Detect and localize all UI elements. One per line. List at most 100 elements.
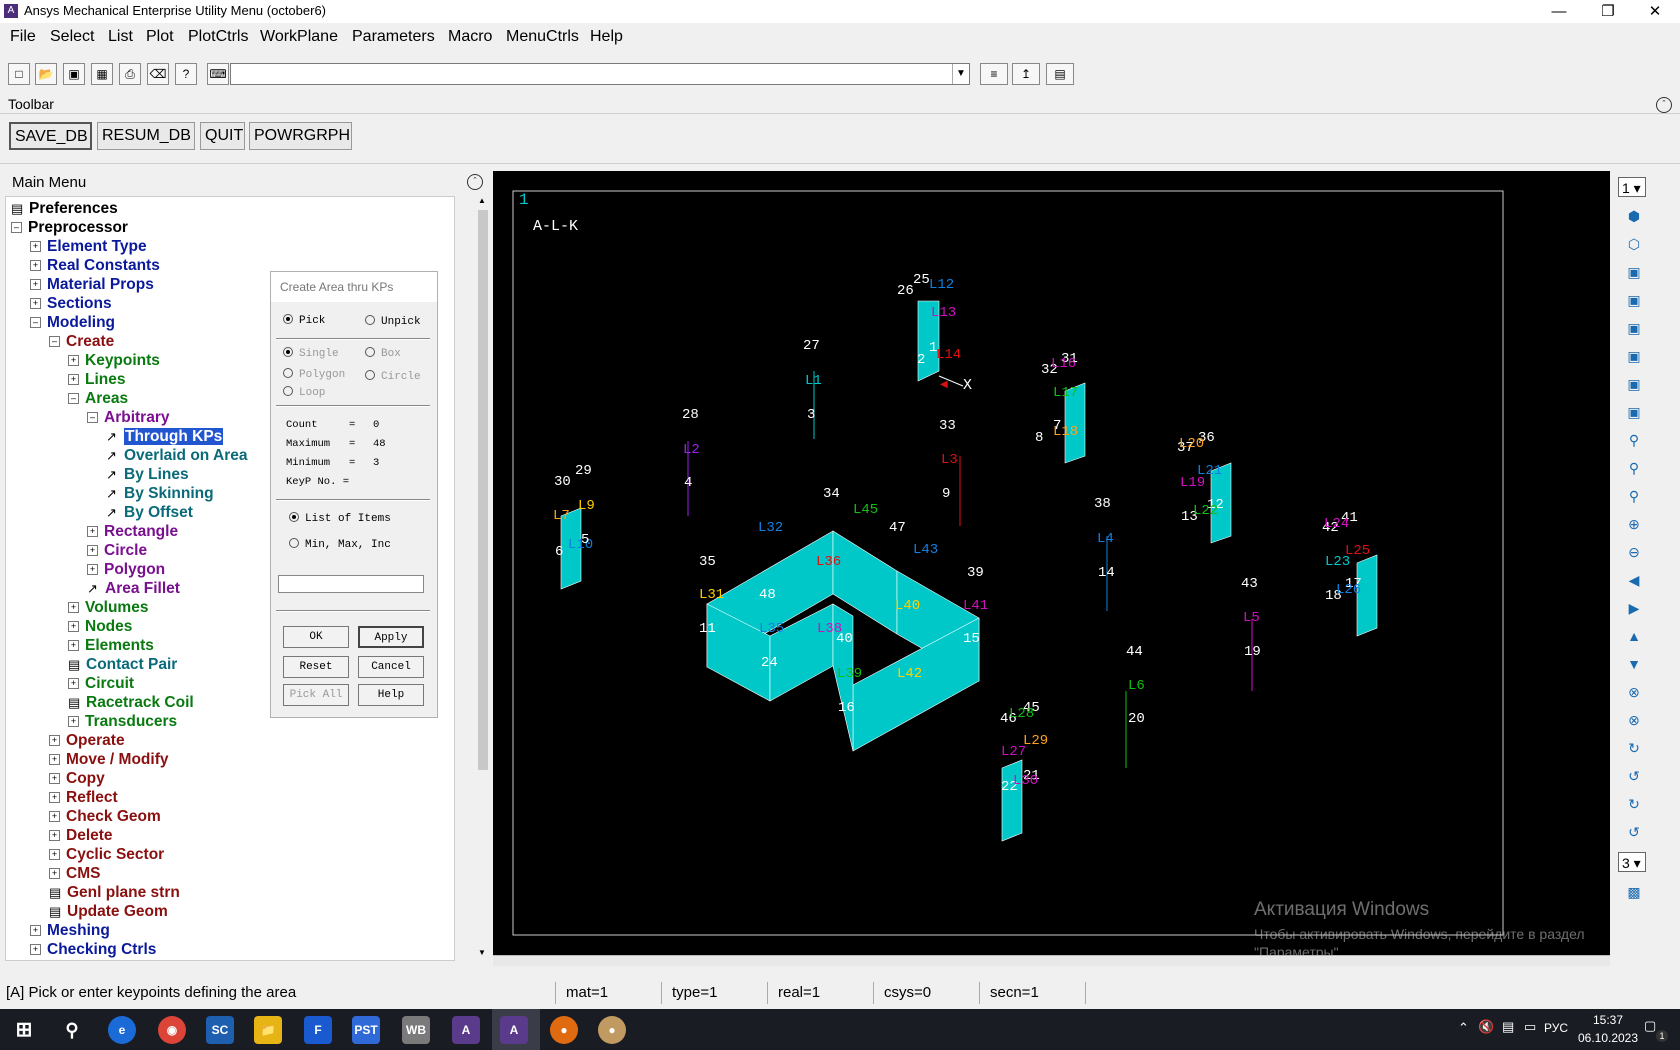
tree-lines[interactable]: + Lines [68, 370, 125, 389]
front-view-icon[interactable]: ▣ [1622, 260, 1646, 284]
minimize-button[interactable]: — [1536, 0, 1582, 23]
box-radio[interactable]: Box [365, 347, 401, 360]
tree-preferences[interactable]: ▤ Preferences [11, 199, 118, 218]
single-radio[interactable]: Single [283, 347, 339, 360]
expand-icon[interactable]: + [30, 279, 41, 291]
pan-up-icon[interactable]: ▲ [1622, 624, 1646, 648]
polygon-radio[interactable]: Polygon [283, 368, 345, 381]
list-of-items-radio[interactable]: List of Items [289, 512, 391, 525]
tree-rectangle[interactable]: + Rectangle [87, 522, 178, 541]
expand-icon[interactable]: + [87, 545, 98, 557]
reset-button[interactable]: Reset [283, 656, 349, 678]
tree-material-props[interactable]: + Material Props [30, 275, 154, 294]
menu-macro[interactable]: Macro [448, 28, 492, 46]
tree-circle[interactable]: + Circle [87, 541, 147, 560]
expand-icon[interactable]: + [49, 792, 60, 804]
expand-icon[interactable]: + [68, 602, 79, 614]
tree-circuit[interactable]: + Circuit [68, 674, 134, 693]
tree-reflect[interactable]: + Reflect [49, 788, 118, 807]
min-max-inc-radio[interactable]: Min, Max, Inc [289, 538, 391, 551]
tree-by-offset[interactable]: ↗ By Offset [106, 503, 193, 522]
output-window-icon[interactable]: ▤ [1046, 63, 1074, 85]
top-view-icon[interactable]: ▣ [1622, 316, 1646, 340]
menu-select[interactable]: Select [50, 28, 94, 46]
expand-icon[interactable]: + [68, 640, 79, 652]
command-keyboard-icon[interactable]: ⌨ [207, 63, 229, 85]
menu-plot[interactable]: Plot [146, 28, 174, 46]
notifications-icon[interactable]: ▢ [1644, 1018, 1656, 1034]
toolbar-collapse-icon[interactable]: ˆ [1656, 97, 1672, 113]
window-select[interactable]: 1 ▾ [1618, 177, 1646, 197]
expand-icon[interactable]: + [30, 944, 41, 956]
iso-view-icon[interactable]: ⬢ [1622, 204, 1646, 228]
toolbar-edit-icon[interactable]: ≡ [980, 63, 1008, 85]
tree-move-modify[interactable]: + Move / Modify [49, 750, 168, 769]
tree-meshing[interactable]: + Meshing [30, 921, 110, 940]
back-view-icon[interactable]: ▣ [1622, 344, 1646, 368]
zoom-icon[interactable]: ⚲ [1622, 456, 1646, 480]
collapse-icon[interactable]: – [87, 412, 98, 424]
pick-entry-input[interactable] [278, 575, 424, 593]
powrgrph-button[interactable]: POWRGRPH [249, 122, 352, 150]
expand-icon[interactable]: + [30, 260, 41, 272]
expand-icon[interactable]: + [30, 298, 41, 310]
tree-areas[interactable]: – Areas [68, 389, 128, 408]
tree-preprocessor[interactable]: – Preprocessor [11, 218, 128, 237]
menu-menuctrls[interactable]: MenuCtrls [506, 28, 579, 46]
rotate-x-neg-icon[interactable]: ⊗ [1622, 708, 1646, 732]
main-menu-scrollbar[interactable]: ▲ ▼ [476, 196, 490, 959]
tree-elements[interactable]: + Elements [68, 636, 154, 655]
pick-radio[interactable]: Pick [283, 314, 325, 327]
rotate-z-neg-icon[interactable]: ↺ [1622, 820, 1646, 844]
battery-icon[interactable]: ▭ [1524, 1019, 1536, 1035]
resum-db-button[interactable]: RESUM_DB [97, 122, 195, 150]
rotate-y-neg-icon[interactable]: ↺ [1622, 764, 1646, 788]
menu-list[interactable]: List [108, 28, 133, 46]
circle-radio[interactable]: Circle [365, 370, 421, 383]
pan-left-icon[interactable]: ◀ [1622, 568, 1646, 592]
scroll-up-icon[interactable]: ▲ [478, 196, 486, 205]
menu-file[interactable]: File [10, 28, 36, 46]
expand-icon[interactable]: + [49, 811, 60, 823]
language-indicator[interactable]: РУС [1544, 1021, 1568, 1035]
open-folder-icon[interactable]: 📂 [35, 63, 57, 85]
tree-create[interactable]: – Create [49, 332, 114, 351]
close-button[interactable]: ✕ [1632, 0, 1678, 23]
menu-plotctrls[interactable]: PlotCtrls [188, 28, 248, 46]
expand-icon[interactable]: + [30, 241, 41, 253]
expand-icon[interactable]: + [87, 564, 98, 576]
clock-time[interactable]: 15:37 [1580, 1013, 1636, 1027]
report-icon[interactable]: ▦ [91, 63, 113, 85]
volume-muted-icon[interactable]: 🔇 [1478, 1019, 1494, 1035]
scroll-down-icon[interactable]: ▼ [478, 948, 486, 957]
tree-checking-ctrls[interactable]: + Checking Ctrls [30, 940, 156, 959]
menu-help[interactable]: Help [590, 28, 623, 46]
ok-button[interactable]: OK [283, 626, 349, 648]
rotate-z-icon[interactable]: ↻ [1622, 792, 1646, 816]
tree-by-lines[interactable]: ↗ By Lines [106, 465, 189, 484]
quit-button[interactable]: QUIT [200, 122, 245, 150]
tree-overlaid-on-area[interactable]: ↗ Overlaid on Area [106, 446, 247, 465]
save-db-button[interactable]: SAVE_DB [9, 122, 92, 150]
tree-racetrack-coil[interactable]: ▤ Racetrack Coil [68, 693, 194, 712]
pan-down-icon[interactable]: ▼ [1622, 652, 1646, 676]
unpick-radio[interactable]: Unpick [365, 315, 421, 328]
expand-icon[interactable]: + [87, 526, 98, 538]
main-menu-collapse-icon[interactable]: ˆ [467, 174, 483, 190]
tree-operate[interactable]: + Operate [49, 731, 125, 750]
spaceclaim-icon[interactable]: SC [206, 1016, 234, 1044]
menu-parameters[interactable]: Parameters [352, 28, 435, 46]
apply-button[interactable]: Apply [358, 626, 424, 648]
cancel-button[interactable]: Cancel [358, 656, 424, 678]
expand-icon[interactable]: + [68, 374, 79, 386]
tree-nodes[interactable]: + Nodes [68, 617, 132, 636]
start-windows-icon[interactable]: ⊞ [10, 1016, 38, 1044]
expand-icon[interactable]: + [49, 754, 60, 766]
expand-icon[interactable]: + [68, 678, 79, 690]
tree-sections[interactable]: + Sections [30, 294, 112, 313]
expand-icon[interactable]: + [49, 773, 60, 785]
tree-modeling[interactable]: – Modeling [30, 313, 115, 332]
rotate-y-icon[interactable]: ↻ [1622, 736, 1646, 760]
oblique-view-icon[interactable]: ⬡ [1622, 232, 1646, 256]
pick-all-button[interactable]: Pick All [283, 684, 349, 706]
